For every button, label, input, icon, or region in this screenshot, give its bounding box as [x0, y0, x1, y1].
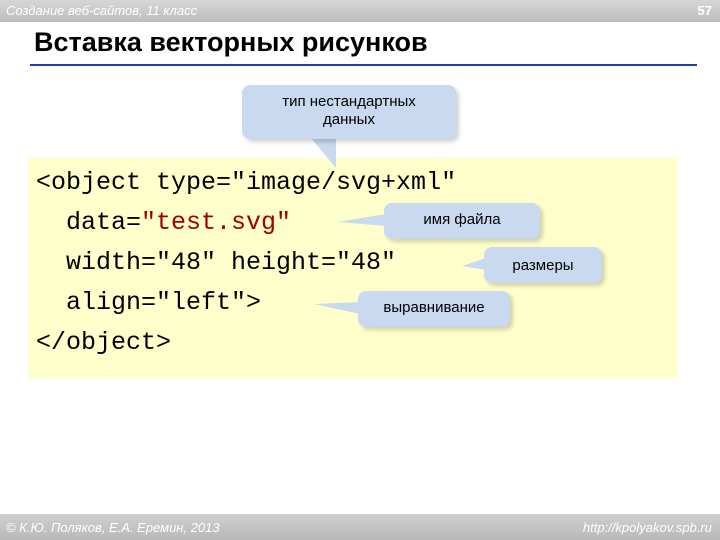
code-value-filename: "test.svg": [141, 208, 292, 237]
code-line-align: align="left">: [36, 288, 262, 317]
footer-bar: © К.Ю. Поляков, Е.А. Еремин, 2013 http:/…: [0, 514, 720, 540]
code-line-object-open: <object type="image/svg+xml": [36, 168, 457, 197]
code-line-size: width="48" height="48": [36, 248, 397, 277]
callout-type-line2: данных: [323, 111, 375, 128]
callout-type-line1: тип нестандартных: [282, 93, 416, 110]
header-bar: Создание веб-сайтов, 11 класс 57: [0, 0, 720, 22]
code-line-object-close: </object>: [36, 328, 172, 357]
callout-data-type: тип нестандартных данных: [242, 85, 456, 139]
slide-title: Вставка векторных рисунков: [34, 27, 428, 57]
code-attr-data: data=: [36, 208, 142, 237]
copyright-text: © К.Ю. Поляков, Е.А. Еремин, 2013: [6, 520, 220, 535]
callout-filename: имя файла: [384, 203, 540, 239]
page-number: 57: [697, 3, 712, 18]
callout-alignment: выравнивание: [358, 291, 510, 327]
site-url: http://kpolyakov.spb.ru: [582, 520, 712, 535]
title-divider: [30, 64, 697, 66]
callout-size: размеры: [484, 247, 602, 283]
code-line-data: data="test.svg": [36, 208, 291, 238]
course-name: Создание веб-сайтов, 11 класс: [6, 3, 198, 18]
